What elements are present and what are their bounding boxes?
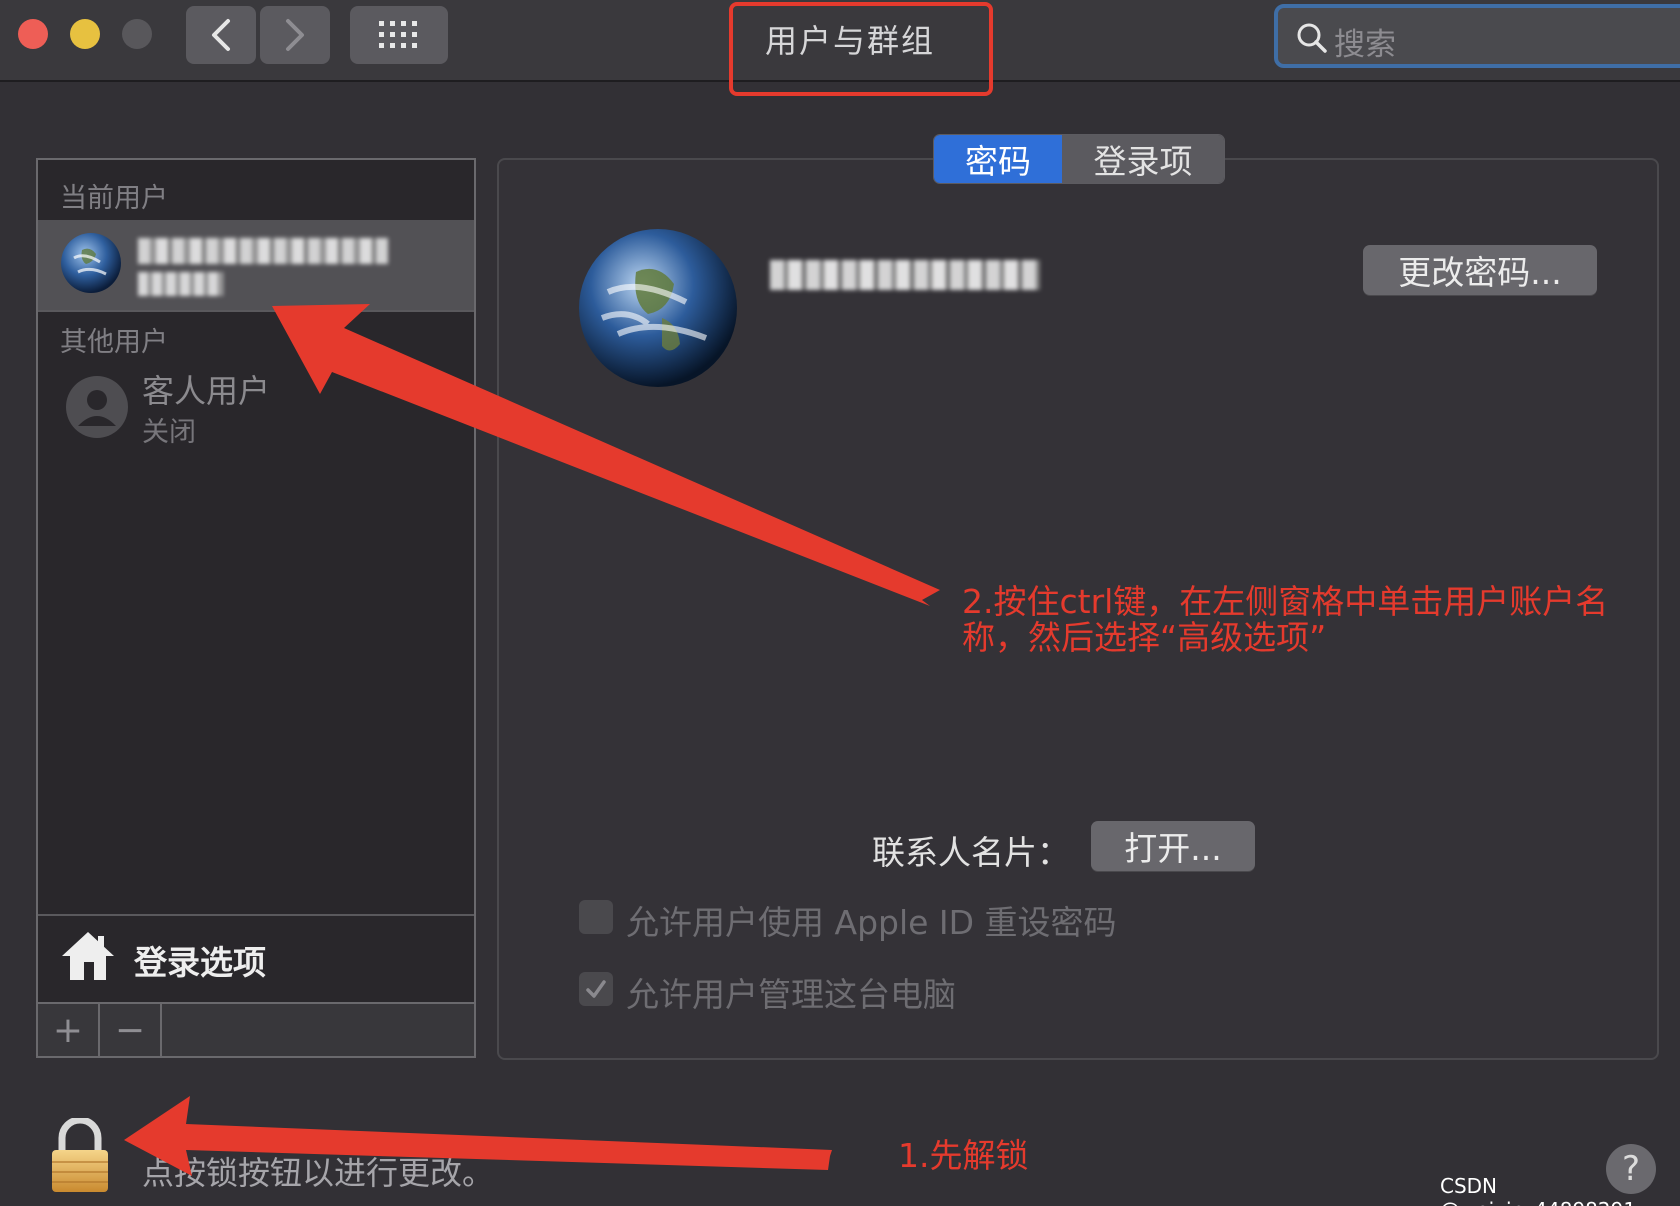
system-preferences-window: 用户与群组 搜索 当前用户 其他用户 客人用户 关闭 登录选项 + − 密码 登… — [0, 0, 1680, 1206]
annotation-step-1: 1.先解锁 — [898, 1136, 1029, 1175]
arrow-to-lock — [124, 1096, 832, 1176]
arrow-to-user-row — [272, 304, 940, 606]
annotation-step-2: 2.按住ctrl键，在左侧窗格中单击用户账户名称，然后选择“高级选项” — [962, 582, 1609, 657]
